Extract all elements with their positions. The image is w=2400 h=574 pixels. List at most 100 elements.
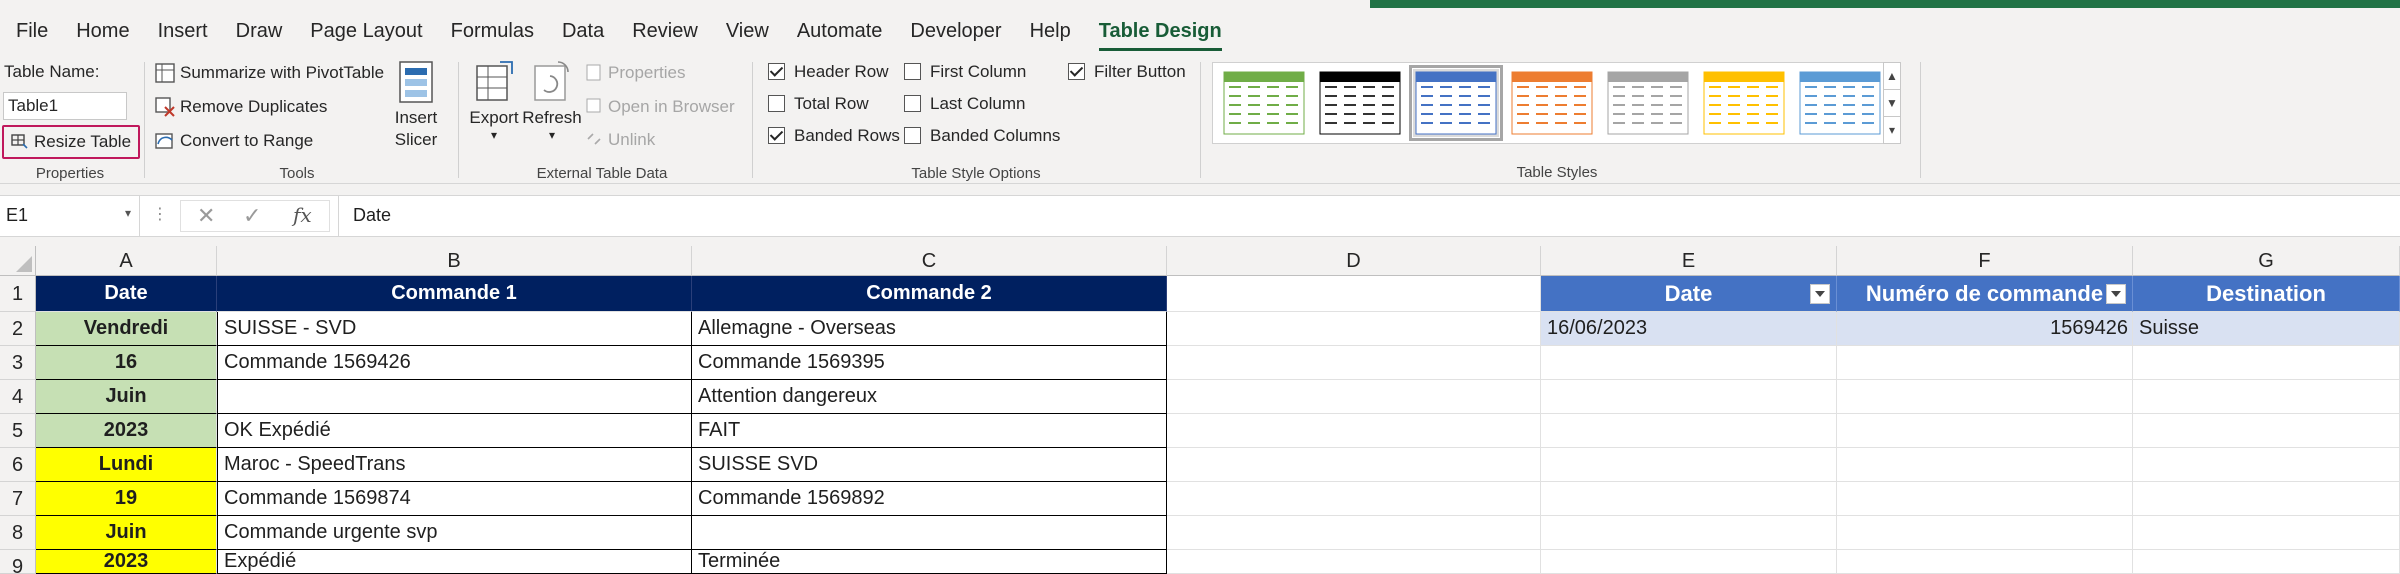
formula-input[interactable]: Date: [338, 196, 2400, 236]
table-style-swatch[interactable]: [1797, 69, 1883, 137]
name-box-dropdown-icon[interactable]: ▾: [125, 206, 131, 220]
tab-formulas[interactable]: Formulas: [437, 8, 548, 54]
tab-help[interactable]: Help: [1016, 8, 1085, 54]
row-header-1[interactable]: 1: [0, 276, 36, 312]
summarize-pivottable-button[interactable]: Summarize with PivotTable: [180, 63, 384, 83]
cell-d2[interactable]: [1167, 312, 1541, 346]
cell-f8[interactable]: [1837, 516, 2133, 550]
row-header-3[interactable]: 3: [0, 346, 36, 380]
cell-c7[interactable]: Commande 1569892: [692, 482, 1167, 516]
table-name-input[interactable]: Table1: [3, 92, 127, 120]
banded-columns-checkbox[interactable]: [904, 127, 921, 144]
cell-f9[interactable]: [1837, 550, 2133, 574]
cell-e6[interactable]: [1541, 448, 1837, 482]
cell-e4[interactable]: [1541, 380, 1837, 414]
cell-g4[interactable]: [2133, 380, 2400, 414]
cell-e1[interactable]: Date: [1541, 276, 1837, 312]
gallery-up-icon[interactable]: ▲: [1884, 63, 1900, 90]
cell-c2[interactable]: Allemagne - Overseas: [692, 312, 1167, 346]
cell-e5[interactable]: [1541, 414, 1837, 448]
cell-e9[interactable]: [1541, 550, 1837, 574]
cell-b1[interactable]: Commande 1: [217, 276, 692, 312]
table-style-swatch[interactable]: [1509, 69, 1595, 137]
cell-g2[interactable]: Suisse: [2133, 312, 2400, 346]
cell-c3[interactable]: Commande 1569395: [692, 346, 1167, 380]
tab-table-design[interactable]: Table Design: [1085, 8, 1236, 54]
table-style-swatch[interactable]: [1221, 69, 1307, 137]
unlink-button[interactable]: Unlink: [608, 130, 655, 150]
insert-function-icon[interactable]: fx: [293, 203, 312, 227]
gallery-more-icon[interactable]: ▾: [1884, 117, 1900, 144]
tab-page-layout[interactable]: Page Layout: [296, 8, 436, 54]
tab-draw[interactable]: Draw: [222, 8, 297, 54]
cell-b8[interactable]: Commande urgente svp: [217, 516, 692, 550]
cell-e7[interactable]: [1541, 482, 1837, 516]
remove-duplicates-button[interactable]: Remove Duplicates: [180, 97, 327, 117]
cell-b3[interactable]: Commande 1569426: [217, 346, 692, 380]
cell-a2[interactable]: Vendredi: [36, 312, 217, 346]
cell-g9[interactable]: [2133, 550, 2400, 574]
cell-a7[interactable]: 19: [36, 482, 217, 516]
cell-e3[interactable]: [1541, 346, 1837, 380]
cell-f2[interactable]: 1569426: [1837, 312, 2133, 346]
filter-dropdown-icon[interactable]: [1810, 284, 1830, 304]
cell-c5[interactable]: FAIT: [692, 414, 1167, 448]
cell-a1[interactable]: Date: [36, 276, 217, 312]
cell-d7[interactable]: [1167, 482, 1541, 516]
tab-developer[interactable]: Developer: [896, 8, 1015, 54]
cell-c6[interactable]: SUISSE SVD: [692, 448, 1167, 482]
cell-b4[interactable]: [217, 380, 692, 414]
header-row-checkbox[interactable]: [768, 63, 785, 80]
cell-a8[interactable]: Juin: [36, 516, 217, 550]
cell-e8[interactable]: [1541, 516, 1837, 550]
cell-c9[interactable]: Terminée: [692, 550, 1167, 574]
refresh-button[interactable]: Refresh ▾: [522, 58, 582, 154]
cell-d1[interactable]: [1167, 276, 1541, 312]
resize-table-button[interactable]: Resize Table: [2, 125, 140, 159]
row-header-2[interactable]: 2: [0, 312, 36, 346]
column-header-a[interactable]: A: [36, 246, 217, 276]
row-header-7[interactable]: 7: [0, 482, 36, 516]
table-style-swatch[interactable]: [1409, 65, 1503, 141]
cell-b5[interactable]: OK Expédié: [217, 414, 692, 448]
row-header-4[interactable]: 4: [0, 380, 36, 414]
filter-button-checkbox[interactable]: [1068, 63, 1085, 80]
cell-g8[interactable]: [2133, 516, 2400, 550]
select-all-corner[interactable]: [0, 246, 36, 276]
cell-b6[interactable]: Maroc - SpeedTrans: [217, 448, 692, 482]
external-properties-button[interactable]: Properties: [608, 63, 685, 83]
cell-a3[interactable]: 16: [36, 346, 217, 380]
cell-d8[interactable]: [1167, 516, 1541, 550]
cell-b7[interactable]: Commande 1569874: [217, 482, 692, 516]
row-header-5[interactable]: 5: [0, 414, 36, 448]
cell-g1[interactable]: Destination: [2133, 276, 2400, 312]
cell-a4[interactable]: Juin: [36, 380, 217, 414]
cancel-icon[interactable]: ✕: [197, 203, 215, 229]
column-header-e[interactable]: E: [1541, 246, 1837, 276]
cell-g6[interactable]: [2133, 448, 2400, 482]
column-header-f[interactable]: F: [1837, 246, 2133, 276]
tab-view[interactable]: View: [712, 8, 783, 54]
cell-e2[interactable]: 16/06/2023: [1541, 312, 1837, 346]
cell-f1[interactable]: Numéro de commande: [1837, 276, 2133, 312]
cell-d6[interactable]: [1167, 448, 1541, 482]
tab-automate[interactable]: Automate: [783, 8, 897, 54]
column-header-b[interactable]: B: [217, 246, 692, 276]
open-in-browser-button[interactable]: Open in Browser: [608, 97, 735, 117]
cell-c1[interactable]: Commande 2: [692, 276, 1167, 312]
banded-rows-checkbox[interactable]: [768, 127, 785, 144]
last-column-checkbox[interactable]: [904, 95, 921, 112]
column-header-d[interactable]: D: [1167, 246, 1541, 276]
tab-insert[interactable]: Insert: [144, 8, 222, 54]
filter-dropdown-icon[interactable]: [2106, 284, 2126, 304]
first-column-checkbox[interactable]: [904, 63, 921, 80]
insert-slicer-button[interactable]: Insert Slicer: [388, 58, 444, 154]
cell-d9[interactable]: [1167, 550, 1541, 574]
cell-c4[interactable]: Attention dangereux: [692, 380, 1167, 414]
cell-f6[interactable]: [1837, 448, 2133, 482]
column-header-g[interactable]: G: [2133, 246, 2400, 276]
cell-g5[interactable]: [2133, 414, 2400, 448]
cell-f3[interactable]: [1837, 346, 2133, 380]
cell-a9[interactable]: 2023: [36, 550, 217, 574]
cell-c8[interactable]: [692, 516, 1167, 550]
